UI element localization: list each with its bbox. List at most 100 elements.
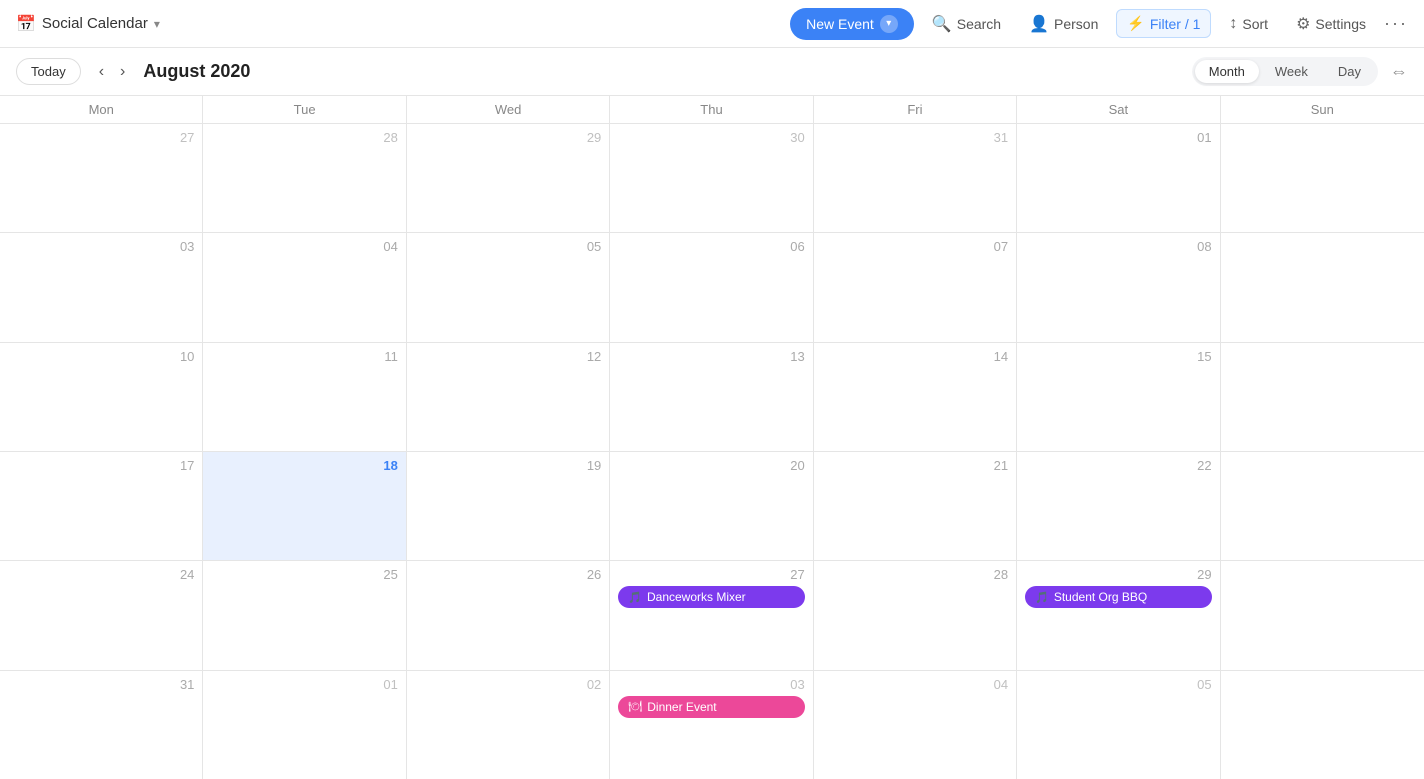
new-event-dropdown-icon[interactable]: ▾ (880, 15, 898, 33)
cal-cell-aug29[interactable]: 29 🎵 Student Org BBQ (1017, 561, 1220, 669)
event-bbq-icon: 🎵 (1035, 591, 1049, 604)
cal-cell-jul30[interactable]: 30 (610, 124, 813, 232)
cal-cell-aug22[interactable]: 22 (1017, 452, 1220, 560)
settings-label: Settings (1315, 16, 1366, 32)
cal-cell-aug13[interactable]: 13 (610, 343, 813, 451)
cal-cell-aug30-hidden[interactable] (1221, 561, 1424, 669)
cal-cell-sep06-hidden[interactable] (1221, 671, 1424, 779)
cal-cell-aug20[interactable]: 20 (610, 452, 813, 560)
cal-cell-aug07[interactable]: 07 (814, 233, 1017, 341)
cal-cell-sep02[interactable]: 02 (407, 671, 610, 779)
view-month-button[interactable]: Month (1195, 60, 1259, 83)
prev-button[interactable]: ‹ (93, 59, 110, 85)
sort-button[interactable]: ↕ Sort (1219, 9, 1278, 39)
cal-cell-jul31[interactable]: 31 (814, 124, 1017, 232)
person-label: Person (1054, 16, 1098, 32)
view-switcher: Month Week Day (1192, 57, 1378, 86)
cal-cell-aug28[interactable]: 28 (814, 561, 1017, 669)
filter-label: Filter / 1 (1150, 16, 1201, 32)
cal-cell-aug08[interactable]: 08 (1017, 233, 1220, 341)
expand-icon[interactable]: ⇔ (1390, 61, 1408, 82)
view-week-button[interactable]: Week (1261, 60, 1322, 83)
header-mon: Mon (0, 96, 203, 123)
cal-cell-aug09-hidden[interactable] (1221, 233, 1424, 341)
cal-row-5: 24 25 26 27 🎵 Danceworks Mixer 28 29 🎵 S… (0, 561, 1424, 670)
event-student-org-bbq[interactable]: 🎵 Student Org BBQ (1025, 586, 1211, 608)
event-danceworks-mixer[interactable]: 🎵 Danceworks Mixer (618, 586, 804, 608)
cal-cell-aug02-hidden[interactable] (1221, 124, 1424, 232)
month-title: August 2020 (143, 61, 1179, 82)
person-icon: 👤 (1029, 14, 1049, 34)
calendar-header: Mon Tue Wed Thu Fri Sat Sun (0, 96, 1424, 124)
filter-icon: ⚡ (1127, 15, 1144, 32)
nav-arrows: ‹ › (93, 59, 132, 85)
cal-cell-aug26[interactable]: 26 (407, 561, 610, 669)
cal-cell-aug05[interactable]: 05 (407, 233, 610, 341)
event-dinner-label: Dinner Event (647, 700, 716, 714)
cal-cell-aug16-hidden[interactable] (1221, 343, 1424, 451)
cal-cell-jul29[interactable]: 29 (407, 124, 610, 232)
cal-cell-aug03[interactable]: 03 (0, 233, 203, 341)
topbar-left: 📅 Social Calendar ▾ (16, 14, 778, 34)
cal-cell-aug10[interactable]: 10 (0, 343, 203, 451)
cal-cell-aug18-today[interactable]: 18 (203, 452, 406, 560)
sort-icon: ↕ (1229, 15, 1237, 33)
sort-label: Sort (1242, 16, 1268, 32)
more-button[interactable]: ··· (1384, 13, 1408, 34)
new-event-button[interactable]: New Event ▾ (790, 8, 914, 40)
cal-cell-sep04[interactable]: 04 (814, 671, 1017, 779)
event-bbq-label: Student Org BBQ (1054, 590, 1147, 604)
view-day-button[interactable]: Day (1324, 60, 1375, 83)
cal-cell-aug17[interactable]: 17 (0, 452, 203, 560)
event-danceworks-icon: 🎵 (628, 591, 642, 604)
topbar: 📅 Social Calendar ▾ New Event ▾ 🔍 Search… (0, 0, 1424, 48)
search-icon: 🔍 (932, 14, 952, 34)
topbar-right: New Event ▾ 🔍 Search 👤 Person ⚡ Filter /… (790, 8, 1408, 40)
cal-row-1: 27 28 29 30 31 01 (0, 124, 1424, 233)
cal-cell-aug01[interactable]: 01 (1017, 124, 1220, 232)
header-thu: Thu (610, 96, 813, 123)
cal-cell-sep05[interactable]: 05 (1017, 671, 1220, 779)
cal-cell-sep01[interactable]: 01 (203, 671, 406, 779)
cal-cell-aug31[interactable]: 31 (0, 671, 203, 779)
cal-cell-aug25[interactable]: 25 (203, 561, 406, 669)
calendar-body: 27 28 29 30 31 01 03 04 05 06 07 08 10 1… (0, 124, 1424, 779)
header-sat: Sat (1017, 96, 1220, 123)
next-button[interactable]: › (114, 59, 131, 85)
search-button[interactable]: 🔍 Search (922, 8, 1011, 40)
person-button[interactable]: 👤 Person (1019, 8, 1108, 40)
cal-cell-aug11[interactable]: 11 (203, 343, 406, 451)
cal-cell-sep03[interactable]: 03 🍽 Dinner Event (610, 671, 813, 779)
cal-cell-aug21[interactable]: 21 (814, 452, 1017, 560)
new-event-label: New Event (806, 16, 874, 32)
calendar-grid: Mon Tue Wed Thu Fri Sat Sun 27 28 29 30 … (0, 96, 1424, 779)
calendar-icon: 📅 (16, 14, 36, 34)
cal-cell-aug23-hidden[interactable] (1221, 452, 1424, 560)
event-danceworks-label: Danceworks Mixer (647, 590, 746, 604)
event-dinner-icon: 🍽 (628, 700, 642, 713)
calendar-nav: Today ‹ › August 2020 Month Week Day ⇔ (0, 48, 1424, 96)
cal-cell-aug27[interactable]: 27 🎵 Danceworks Mixer (610, 561, 813, 669)
search-label: Search (957, 16, 1001, 32)
cal-cell-aug19[interactable]: 19 (407, 452, 610, 560)
cal-cell-jul28[interactable]: 28 (203, 124, 406, 232)
filter-button[interactable]: ⚡ Filter / 1 (1116, 9, 1211, 38)
settings-button[interactable]: ⚙ Settings (1286, 8, 1376, 40)
event-dinner-event[interactable]: 🍽 Dinner Event (618, 696, 804, 718)
cal-row-4: 17 18 19 20 21 22 (0, 452, 1424, 561)
today-button[interactable]: Today (16, 58, 81, 85)
cal-cell-aug06[interactable]: 06 (610, 233, 813, 341)
cal-cell-jul27[interactable]: 27 (0, 124, 203, 232)
header-fri: Fri (814, 96, 1017, 123)
cal-row-2: 03 04 05 06 07 08 (0, 233, 1424, 342)
header-sun: Sun (1221, 96, 1424, 123)
cal-cell-aug04[interactable]: 04 (203, 233, 406, 341)
cal-cell-aug14[interactable]: 14 (814, 343, 1017, 451)
title-dropdown-icon[interactable]: ▾ (154, 17, 160, 31)
cal-cell-aug15[interactable]: 15 (1017, 343, 1220, 451)
cal-cell-aug12[interactable]: 12 (407, 343, 610, 451)
cal-row-3: 10 11 12 13 14 15 (0, 343, 1424, 452)
cal-cell-aug24[interactable]: 24 (0, 561, 203, 669)
app-title: Social Calendar (42, 15, 148, 32)
header-wed: Wed (407, 96, 610, 123)
